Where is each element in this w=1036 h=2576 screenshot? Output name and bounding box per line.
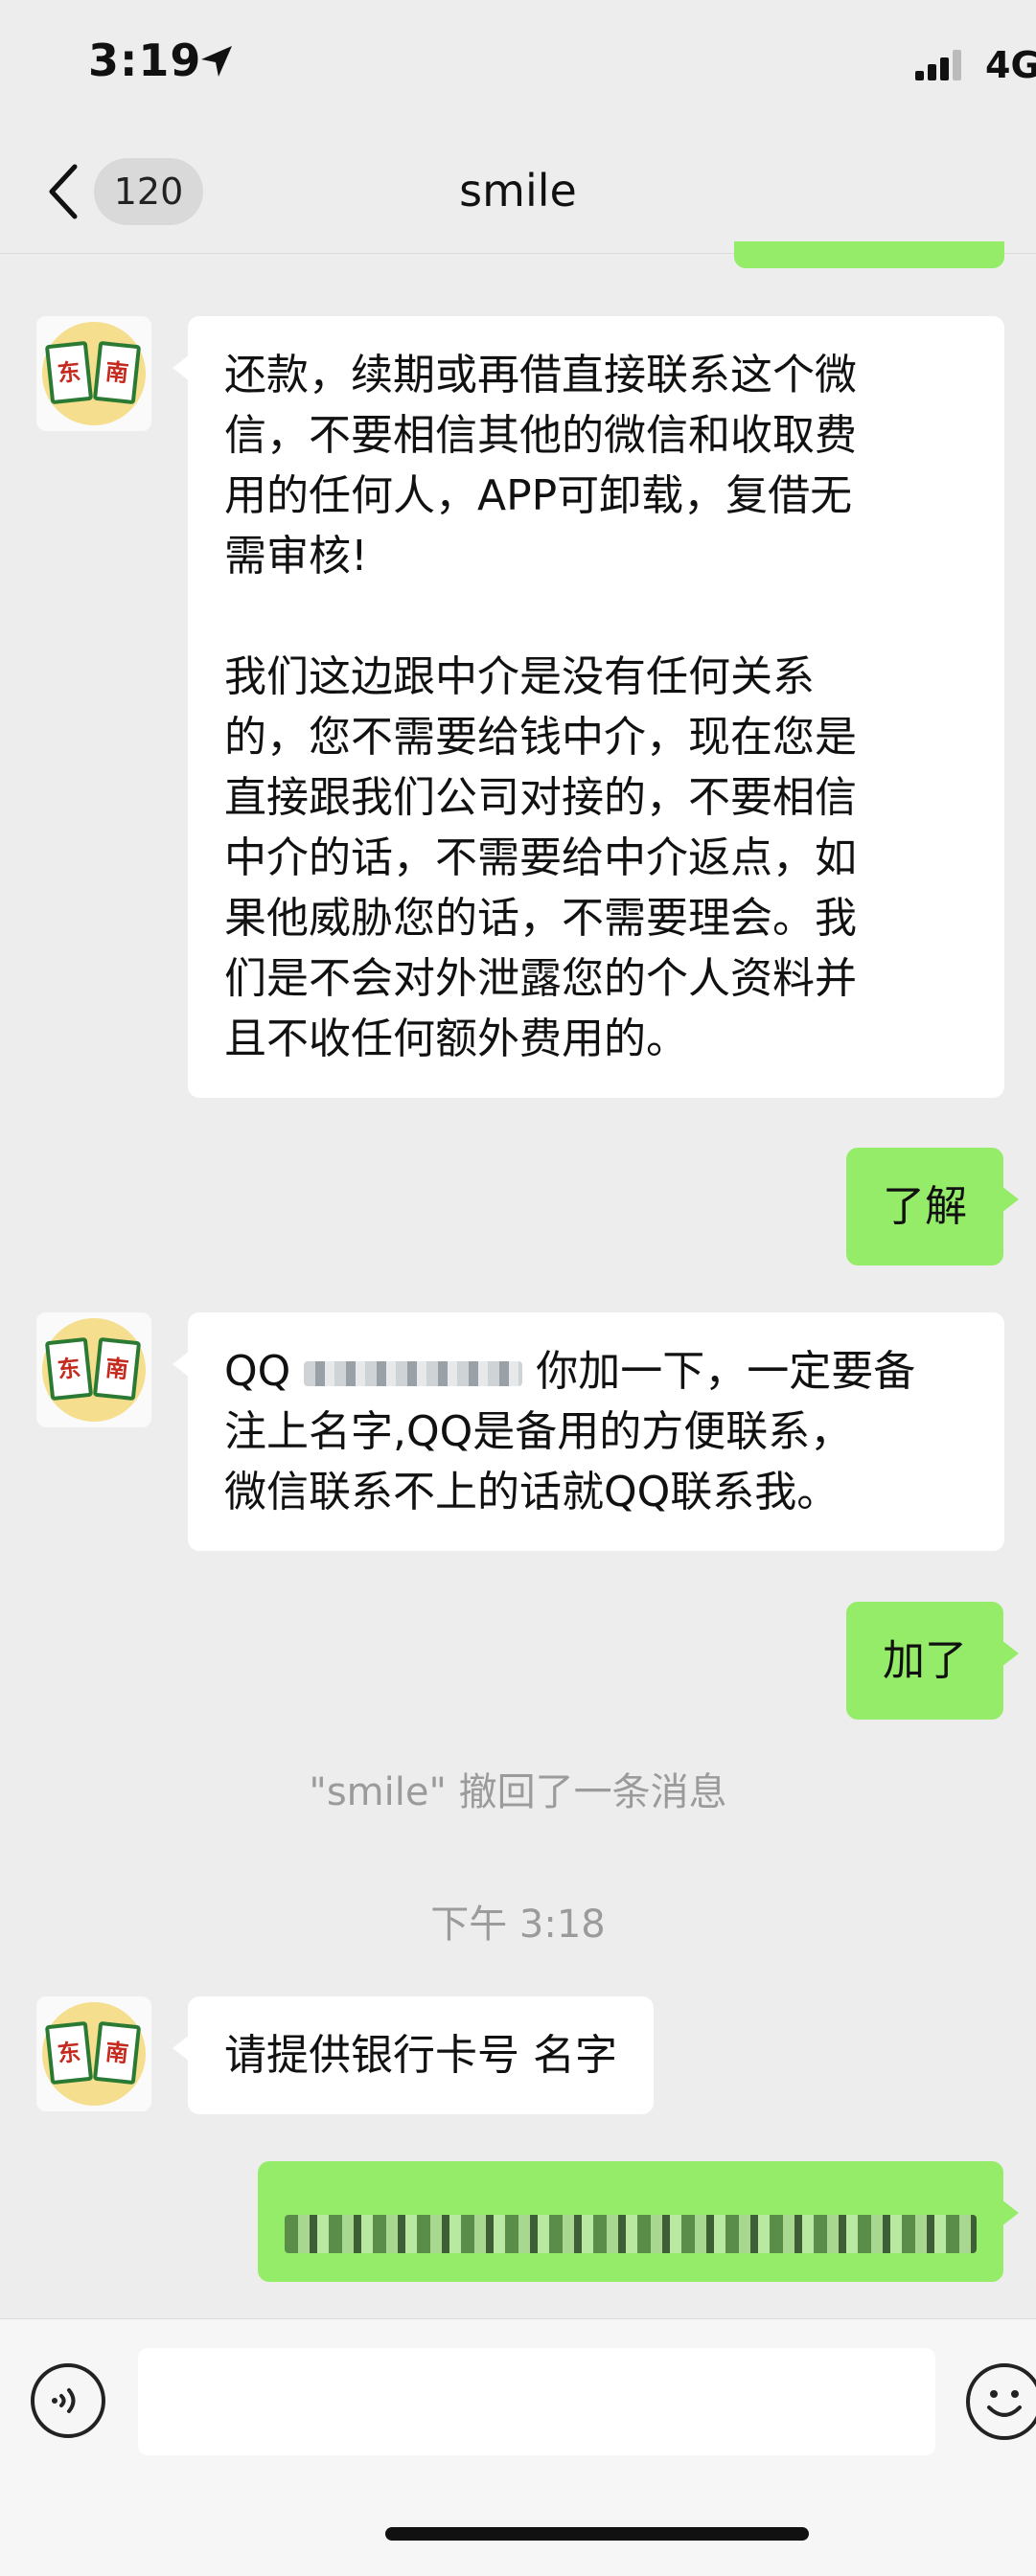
message-input[interactable] — [138, 2348, 935, 2455]
message-line: 需审核! — [224, 532, 368, 581]
redacted-qq-number — [304, 1361, 523, 1386]
qq-label: QQ — [224, 1347, 291, 1396]
redacted-content — [285, 2215, 977, 2253]
avatar-book: 东 — [44, 2020, 94, 2086]
unread-count-badge[interactable]: 120 — [94, 158, 203, 225]
status-time: 3:19 — [88, 34, 202, 86]
outgoing-message[interactable]: 了解 — [846, 1148, 1019, 1265]
message-text: 请提供银行卡号 名字 — [224, 2031, 617, 2080]
avatar-book: 南 — [92, 340, 142, 405]
message-line: 信，不要相信其他的微信和收取费 — [224, 411, 857, 460]
message-line: 的，您不需要给钱中介，现在您是 — [224, 713, 857, 762]
contact-avatar[interactable]: 东 南 — [36, 1996, 151, 2111]
signal-bars-icon — [915, 50, 961, 80]
message-line: QQ 你加一下，一定要备 — [224, 1341, 968, 1402]
network-type: 4G — [985, 44, 1036, 86]
location-arrow-icon — [201, 46, 232, 77]
message-text: 了解 — [883, 1182, 967, 1231]
avatar-book: 南 — [92, 2020, 142, 2086]
contact-avatar[interactable]: 东 南 — [36, 1312, 151, 1427]
timestamp: 下午 3:18 — [430, 1903, 606, 1947]
incoming-message[interactable]: QQ 你加一下，一定要备 注上名字,QQ是备用的方便联系， 微信联系不上的话就Q… — [173, 1312, 1004, 1551]
message-line: 且不收任何额外费用的。 — [224, 1014, 688, 1063]
message-line: 直接跟我们公司对接的，不要相信 — [224, 773, 857, 822]
message-line: 还款，续期或再借直接联系这个微 — [224, 351, 857, 399]
message-line: 微信联系不上的话就QQ联系我。 — [224, 1468, 840, 1516]
message-line: 注上名字,QQ是备用的方便联系， — [224, 1407, 853, 1456]
message-line: 们是不会对外泄露您的个人资料并 — [224, 954, 857, 1003]
voice-input-icon[interactable] — [31, 2363, 105, 2438]
incoming-message[interactable]: 还款，续期或再借直接联系这个微 信，不要相信其他的微信和收取费 用的任何人，AP… — [173, 316, 1004, 1098]
outgoing-message[interactable]: 加了 — [846, 1602, 1019, 1720]
avatar-book: 南 — [92, 1336, 142, 1402]
incoming-message[interactable]: 请提供银行卡号 名字 — [173, 1996, 654, 2114]
emoji-icon[interactable] — [966, 2363, 1036, 2440]
chevron-left-icon[interactable] — [42, 161, 84, 222]
message-text: 你加一下，一定要备 — [536, 1347, 916, 1396]
message-line: 我们这边跟中介是没有任何关系 — [224, 652, 815, 701]
outgoing-message-redacted[interactable] — [258, 2161, 1019, 2282]
message-line: 用的任何人，APP可卸载，复借无 — [224, 471, 853, 520]
partial-outgoing-bubble — [734, 241, 1004, 268]
home-indicator[interactable] — [385, 2527, 809, 2541]
status-bar: 3:19 4G — [0, 0, 1036, 134]
contact-avatar[interactable]: 东 南 — [36, 316, 151, 431]
avatar-book: 东 — [44, 1336, 94, 1402]
recall-notice: "smile" 撤回了一条消息 — [309, 1770, 727, 1814]
chat-header: smile 120 — [0, 134, 1036, 254]
message-line: 果他威胁您的话，不需要理会。我 — [224, 894, 857, 943]
message-text: 加了 — [883, 1636, 967, 1685]
avatar-book: 东 — [44, 340, 94, 405]
message-line: 中介的话，不需要给中介返点，如 — [224, 833, 857, 882]
